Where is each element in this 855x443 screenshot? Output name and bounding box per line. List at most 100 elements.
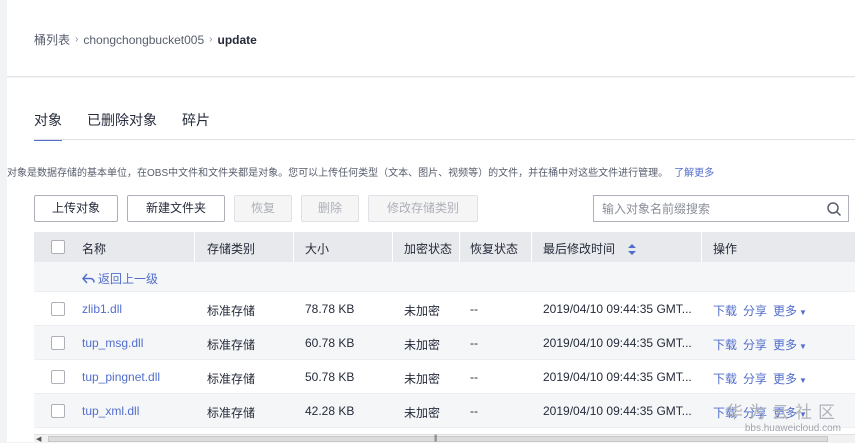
column-divider — [701, 232, 702, 262]
encryption-cell: 未加密 — [404, 304, 441, 318]
size-cell: 60.78 KB — [305, 336, 355, 350]
share-link[interactable]: 分享 — [743, 338, 767, 352]
back-arrow-icon — [82, 273, 95, 284]
object-name-link[interactable]: tup_msg.dll — [82, 336, 143, 350]
column-divider — [293, 232, 294, 262]
row-actions: 下载 分享 更多 ▼ — [713, 336, 813, 353]
column-divider — [459, 232, 460, 262]
table-row: tup_msg.dll 标准存储 60.78 KB 未加密 -- 2019/04… — [34, 326, 855, 360]
encryption-cell: 未加密 — [404, 372, 441, 386]
search-box — [593, 195, 849, 222]
scrollbar-thumb[interactable] — [48, 436, 828, 442]
toolbar: 上传对象 新建文件夹 恢复 删除 修改存储类别 — [34, 195, 487, 222]
header-storage-type: 存储类别 — [207, 242, 256, 256]
search-input[interactable] — [594, 196, 814, 221]
caret-down-icon: ▼ — [799, 376, 807, 385]
row-checkbox[interactable] — [51, 404, 65, 418]
info-text: 对象是数据存储的基本单位，在OBS中文件和文件夹都是对象。您可以上传任何类型（文… — [7, 164, 714, 179]
download-link[interactable]: 下载 — [713, 338, 737, 352]
learn-more-link[interactable]: 了解更多 — [674, 168, 714, 179]
row-actions: 下载 分享 更多 ▼ — [713, 302, 813, 319]
last-modified-cell: 2019/04/10 09:44:35 GMT... — [543, 336, 692, 350]
share-link[interactable]: 分享 — [743, 304, 767, 318]
header-restore-status: 恢复状态 — [470, 242, 519, 256]
download-link[interactable]: 下载 — [713, 304, 737, 318]
more-label: 更多 — [773, 372, 798, 386]
grip-icon: ||| — [434, 435, 438, 442]
more-label: 更多 — [773, 304, 798, 318]
column-divider — [194, 232, 195, 262]
back-link-label: 返回上一级 — [98, 272, 159, 286]
info-description: 对象是数据存储的基本单位，在OBS中文件和文件夹都是对象。您可以上传任何类型（文… — [7, 168, 669, 179]
last-modified-cell: 2019/04/10 09:44:35 GMT... — [543, 370, 692, 384]
storage-type-cell: 标准存储 — [207, 372, 256, 386]
restore-button[interactable]: 恢复 — [234, 195, 292, 222]
header-encryption: 加密状态 — [404, 242, 453, 256]
header-name: 名称 — [82, 242, 107, 256]
header-last-modified[interactable]: 最后修改时间 — [543, 240, 637, 257]
page: 桶列表 › chongchongbucket005 › update 对象 已删… — [7, 0, 855, 443]
row-actions: 下载 分享 更多 ▼ — [713, 370, 813, 387]
object-name-link[interactable]: zlib1.dll — [82, 302, 122, 316]
tab-deleted-objects[interactable]: 已删除对象 — [87, 110, 157, 141]
caret-down-icon: ▼ — [799, 342, 807, 351]
header: 桶列表 › chongchongbucket005 › update — [7, 0, 855, 77]
new-folder-button[interactable]: 新建文件夹 — [127, 195, 225, 222]
tab-objects[interactable]: 对象 — [34, 110, 62, 141]
row-checkbox[interactable] — [51, 302, 65, 316]
breadcrumb-current: update — [217, 32, 257, 47]
restore-status-cell: -- — [470, 336, 478, 350]
more-dropdown[interactable]: 更多 ▼ — [773, 372, 807, 386]
table-row: zlib1.dll 标准存储 78.78 KB 未加密 -- 2019/04/1… — [34, 292, 855, 326]
last-modified-cell: 2019/04/10 09:44:35 GMT... — [543, 404, 692, 418]
header-operations: 操作 — [713, 242, 738, 256]
modify-storage-class-button[interactable]: 修改存储类别 — [368, 195, 478, 222]
table-header: 名称 存储类别 大小 加密状态 恢复状态 最后修改时间 操作 — [34, 232, 855, 262]
search-icon[interactable] — [826, 201, 842, 217]
restore-status-cell: -- — [470, 404, 478, 418]
header-last-modified-label: 最后修改时间 — [543, 242, 616, 256]
select-all-checkbox[interactable] — [51, 240, 65, 254]
table-row: tup_pingnet.dll 标准存储 50.78 KB 未加密 -- 201… — [34, 360, 855, 394]
row-checkbox[interactable] — [51, 370, 65, 384]
share-link[interactable]: 分享 — [743, 372, 767, 386]
more-dropdown[interactable]: 更多 ▼ — [773, 304, 807, 318]
breadcrumb: 桶列表 › chongchongbucket005 › update — [34, 31, 257, 48]
last-modified-cell: 2019/04/10 09:44:35 GMT... — [543, 302, 692, 316]
back-link[interactable]: 返回上一级 — [82, 270, 158, 287]
row-checkbox[interactable] — [51, 336, 65, 350]
chevron-right-icon: › — [75, 34, 79, 45]
storage-type-cell: 标准存储 — [207, 406, 256, 420]
encryption-cell: 未加密 — [404, 406, 441, 420]
delete-button[interactable]: 删除 — [301, 195, 359, 222]
size-cell: 50.78 KB — [305, 370, 355, 384]
chevron-right-icon: › — [209, 34, 213, 45]
object-name-link[interactable]: tup_pingnet.dll — [82, 370, 160, 384]
column-divider — [531, 232, 532, 262]
sort-icon[interactable] — [628, 244, 637, 256]
caret-down-icon: ▼ — [799, 308, 807, 317]
watermark-title: 华为云社区 — [726, 403, 841, 422]
horizontal-scrollbar[interactable]: ◀ ||| — [34, 434, 855, 443]
watermark: 华为云社区 bbs.huaweicloud.com — [726, 398, 841, 434]
restore-status-cell: -- — [470, 370, 478, 384]
download-link[interactable]: 下载 — [713, 372, 737, 386]
breadcrumb-bucket[interactable]: chongchongbucket005 — [83, 33, 204, 47]
object-name-link[interactable]: tup_xml.dll — [82, 404, 139, 418]
header-size: 大小 — [305, 242, 330, 256]
more-dropdown[interactable]: 更多 ▼ — [773, 338, 807, 352]
size-cell: 78.78 KB — [305, 302, 355, 316]
watermark-url: bbs.huaweicloud.com — [744, 423, 841, 434]
upload-object-button[interactable]: 上传对象 — [34, 195, 118, 222]
size-cell: 42.28 KB — [305, 404, 355, 418]
column-divider — [392, 232, 393, 262]
tabs-divider — [34, 139, 855, 140]
main-content: 对象 已删除对象 碎片 对象是数据存储的基本单位，在OBS中文件和文件夹都是对象… — [7, 78, 855, 442]
encryption-cell: 未加密 — [404, 338, 441, 352]
restore-status-cell: -- — [470, 302, 478, 316]
storage-type-cell: 标准存储 — [207, 304, 256, 318]
tab-fragments[interactable]: 碎片 — [182, 110, 210, 141]
tab-bar: 对象 已删除对象 碎片 — [34, 110, 235, 141]
breadcrumb-bucket-list[interactable]: 桶列表 — [34, 31, 70, 48]
back-row: 返回上一级 — [34, 262, 855, 292]
